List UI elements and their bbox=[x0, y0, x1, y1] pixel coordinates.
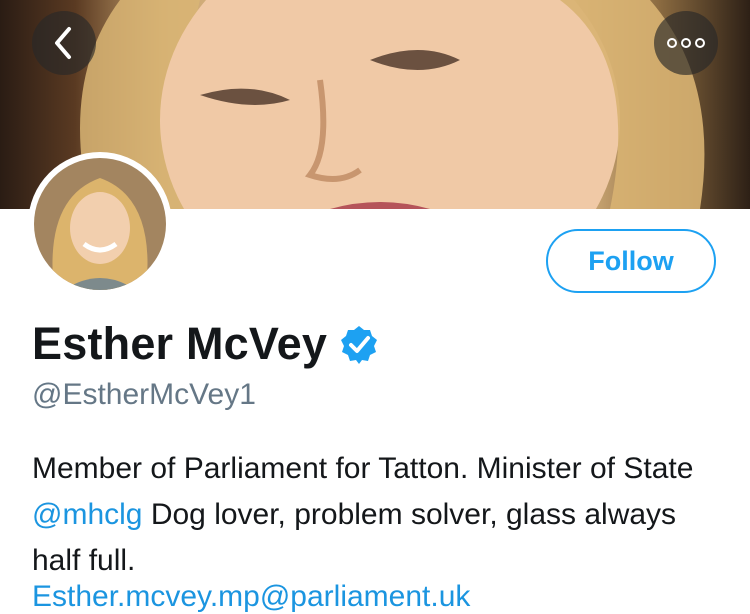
chevron-left-icon bbox=[55, 27, 71, 59]
profile-email-link[interactable]: Esther.mcvey.mp@parliament.uk bbox=[32, 580, 470, 614]
verified-badge-icon bbox=[341, 326, 378, 364]
back-button[interactable] bbox=[32, 11, 96, 75]
bio-mention-link[interactable]: @mhclg bbox=[32, 498, 142, 531]
profile-name-row: Esther McVey bbox=[32, 318, 379, 370]
more-options-button[interactable] bbox=[654, 11, 718, 75]
profile-handle: @EstherMcVey1 bbox=[32, 378, 256, 411]
display-name: Esther McVey bbox=[32, 318, 328, 369]
more-dots-icon bbox=[667, 38, 705, 48]
profile-bio: Member of Parliament for Tatton. Ministe… bbox=[32, 446, 722, 584]
bio-text-start: Member of Parliament for Tatton. Ministe… bbox=[32, 452, 694, 485]
avatar-image bbox=[34, 158, 166, 290]
profile-avatar[interactable] bbox=[28, 152, 172, 296]
follow-button[interactable]: Follow bbox=[546, 229, 716, 293]
follow-button-label: Follow bbox=[588, 245, 674, 276]
